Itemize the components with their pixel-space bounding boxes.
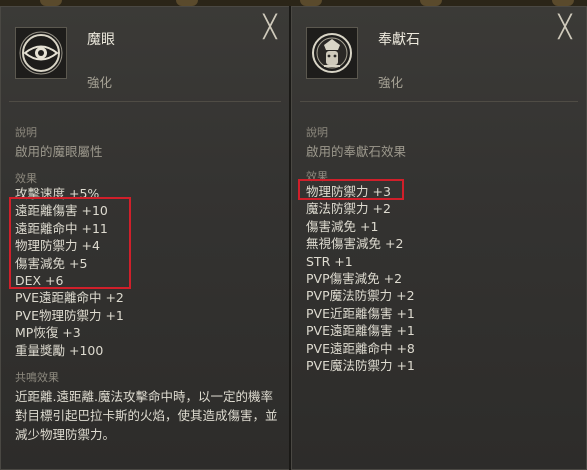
description-text: 啟用的魔眼屬性 <box>15 144 103 159</box>
tooltip-panel-offering-stone: ╳ 奉獻石 強化 說明 啟用的奉獻石效果 效果 物理防禦力 +3 魔法防禦力 +… <box>291 6 587 470</box>
item-subtitle: 強化 <box>378 75 404 90</box>
list-item: 無視傷害減免 +2 <box>306 236 404 252</box>
synergy-label: 共鳴效果 <box>15 371 59 384</box>
divider <box>9 101 281 102</box>
list-item: PVE近距離傷害 +1 <box>306 305 415 321</box>
tooltip-panel-magic-eye: ╳ 魔眼 強化 說明 啟用的魔眼屬性 效果 攻擊速度 +5% 遠距離傷害 +10… <box>0 6 290 470</box>
description-label: 說明 <box>306 126 328 139</box>
item-subtitle: 強化 <box>87 75 113 90</box>
list-item: PVE遠距離命中 +2 <box>15 290 124 306</box>
highlight-box <box>298 179 404 200</box>
description-text: 啟用的奉獻石效果 <box>306 144 407 159</box>
list-item: PVP魔法防禦力 +2 <box>306 288 415 304</box>
close-icon[interactable]: ╳ <box>554 17 576 39</box>
item-title: 魔眼 <box>87 32 115 48</box>
list-item: PVE遠距離傷害 +1 <box>306 323 415 339</box>
list-item: 魔法防禦力 +2 <box>306 201 391 217</box>
item-title: 奉獻石 <box>378 32 420 48</box>
list-item: PVE物理防禦力 +1 <box>15 307 124 323</box>
effect-label: 效果 <box>15 172 37 185</box>
effect-list: 物理防禦力 +3 魔法防禦力 +2 傷害減免 +1 無視傷害減免 +2 STR … <box>306 183 415 374</box>
synergy-text: 近距離.遠距離.魔法攻擊命中時，以一定的機率對目標引起巴拉卡斯的火焰，使其造成傷… <box>15 389 278 442</box>
list-item: PVP傷害減免 +2 <box>306 270 403 286</box>
highlight-box <box>9 197 131 289</box>
list-item: MP恢復 +3 <box>15 325 81 341</box>
eye-emblem-icon <box>15 27 67 79</box>
close-icon[interactable]: ╳ <box>259 17 281 39</box>
offering-stone-icon <box>306 27 358 79</box>
description-label: 說明 <box>15 126 37 139</box>
list-item: PVE魔法防禦力 +1 <box>306 357 415 373</box>
list-item: 重量獎勵 +100 <box>15 342 104 358</box>
divider <box>300 101 578 102</box>
list-item: STR +1 <box>306 253 353 269</box>
list-item: PVE遠距離命中 +8 <box>306 340 415 356</box>
list-item: 傷害減免 +1 <box>306 218 379 234</box>
